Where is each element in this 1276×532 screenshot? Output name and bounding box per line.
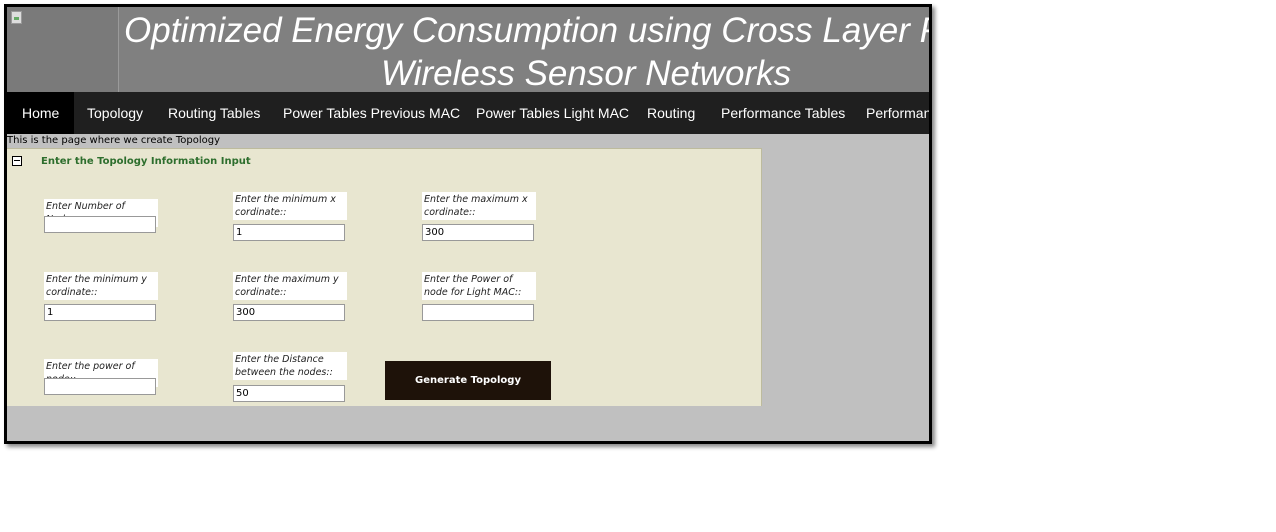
nav-item-home[interactable]: Home bbox=[7, 92, 75, 134]
max-x-label: Enter the maximum x cordinate:: bbox=[422, 192, 536, 220]
nav-item-power-tables-previous-mac[interactable]: Power Tables Previous MAC bbox=[283, 92, 460, 134]
max-y-label: Enter the maximum y cordinate:: bbox=[233, 272, 347, 300]
power-light-mac-input[interactable] bbox=[422, 304, 534, 321]
nav-item-performance-tables[interactable]: Performance Tables bbox=[721, 92, 845, 134]
minus-box-icon[interactable] bbox=[12, 156, 22, 166]
power-node-input[interactable] bbox=[44, 378, 156, 395]
broken-image-icon bbox=[11, 11, 22, 24]
title-line-1: Optimized Energy Consumption using Cross… bbox=[124, 11, 929, 50]
nav-item-routing-tables[interactable]: Routing Tables bbox=[168, 92, 260, 134]
nav-item-topology[interactable]: Topology bbox=[87, 92, 143, 134]
status-text: This is the page where we create Topolog… bbox=[7, 135, 221, 146]
page-header: Optimized Energy Consumption using Cross… bbox=[7, 7, 929, 93]
generate-topology-button[interactable]: Generate Topology bbox=[385, 361, 551, 400]
section-title: Enter the Topology Information Input bbox=[41, 156, 251, 167]
logo-area bbox=[7, 7, 119, 92]
main-nav: Home Topology Routing Tables Power Table… bbox=[7, 92, 929, 134]
nav-item-routing[interactable]: Routing bbox=[647, 92, 695, 134]
nav-item-performance[interactable]: Performance bbox=[866, 92, 929, 134]
min-y-input[interactable] bbox=[44, 304, 156, 321]
topology-input-panel: Enter the Topology Information Input Ent… bbox=[7, 148, 762, 406]
min-x-label: Enter the minimum x cordinate:: bbox=[233, 192, 347, 220]
power-light-mac-label: Enter the Power of node for Light MAC:: bbox=[422, 272, 536, 300]
max-y-input[interactable] bbox=[233, 304, 345, 321]
browser-frame: Optimized Energy Consumption using Cross… bbox=[4, 4, 932, 444]
nav-item-power-tables-light-mac[interactable]: Power Tables Light MAC bbox=[476, 92, 629, 134]
min-x-input[interactable] bbox=[233, 224, 345, 241]
distance-input[interactable] bbox=[233, 385, 345, 402]
num-nodes-input[interactable] bbox=[44, 216, 156, 233]
title-line-2: Wireless Sensor Networks bbox=[381, 54, 792, 93]
min-y-label: Enter the minimum y cordinate:: bbox=[44, 272, 158, 300]
max-x-input[interactable] bbox=[422, 224, 534, 241]
distance-label: Enter the Distance between the nodes:: bbox=[233, 352, 347, 380]
